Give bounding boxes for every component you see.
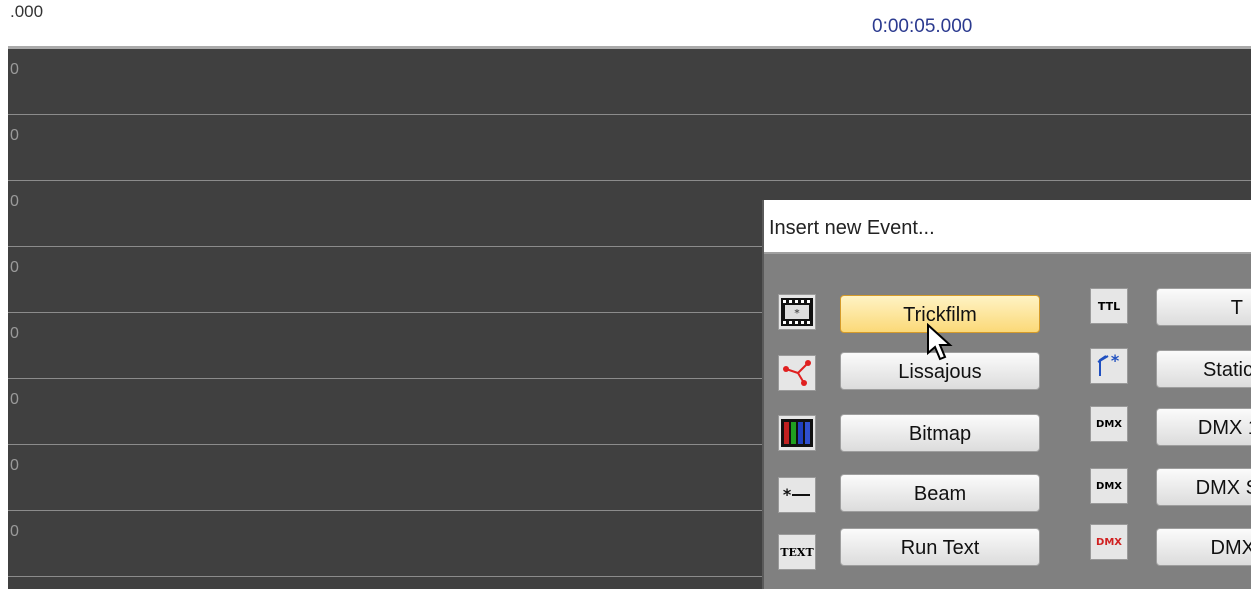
dmx-icon: DMX xyxy=(1090,468,1128,504)
track-value: 0 xyxy=(10,325,19,342)
track-value: 0 xyxy=(10,391,19,408)
ttl-button[interactable]: T xyxy=(1156,288,1251,326)
film-icon: * xyxy=(778,294,816,330)
insert-event-dialog: Insert new Event... * * TEXT Trickfilm L… xyxy=(762,200,1251,589)
dmx-icon: DMX xyxy=(1090,406,1128,442)
timeline-ruler: .000 0:00:05.000 xyxy=(0,0,1251,46)
run-text-icon: TEXT xyxy=(778,534,816,570)
beam-icon: * xyxy=(778,477,816,513)
ttl-icon: TTL xyxy=(1090,288,1128,324)
svg-text:*: * xyxy=(783,485,792,504)
beam-button[interactable]: Beam xyxy=(840,474,1040,512)
run-text-button[interactable]: Run Text xyxy=(840,528,1040,566)
ruler-time-marker: 0:00:05.000 xyxy=(872,16,973,37)
track-value: 0 xyxy=(10,523,19,540)
track-value: 0 xyxy=(10,457,19,474)
svg-text:*: * xyxy=(1111,352,1120,370)
dialog-titlebar[interactable]: Insert new Event... xyxy=(764,200,1251,254)
dmx-red-icon: DMX xyxy=(1090,524,1128,560)
dmx-1-button[interactable]: DMX 1 xyxy=(1156,408,1251,446)
bitmap-button[interactable]: Bitmap xyxy=(840,414,1040,452)
static-button[interactable]: Static xyxy=(1156,350,1251,388)
dialog-title: Insert new Event... xyxy=(769,217,935,239)
track-row[interactable]: 0 xyxy=(8,115,1251,181)
mouse-cursor-icon xyxy=(927,323,953,361)
bitmap-icon xyxy=(778,415,816,451)
svg-text:*: * xyxy=(794,308,800,319)
dmx-s-button[interactable]: DMX S xyxy=(1156,468,1251,506)
ruler-left-time: .000 xyxy=(10,2,44,21)
track-row[interactable]: 0 xyxy=(8,49,1251,115)
track-value: 0 xyxy=(10,61,19,78)
static-beam-icon: * xyxy=(1090,348,1128,384)
track-value: 0 xyxy=(10,193,19,210)
track-value: 0 xyxy=(10,127,19,144)
track-value: 0 xyxy=(10,259,19,276)
dmx-button[interactable]: DMX xyxy=(1156,528,1251,566)
lissajous-icon xyxy=(778,355,816,391)
